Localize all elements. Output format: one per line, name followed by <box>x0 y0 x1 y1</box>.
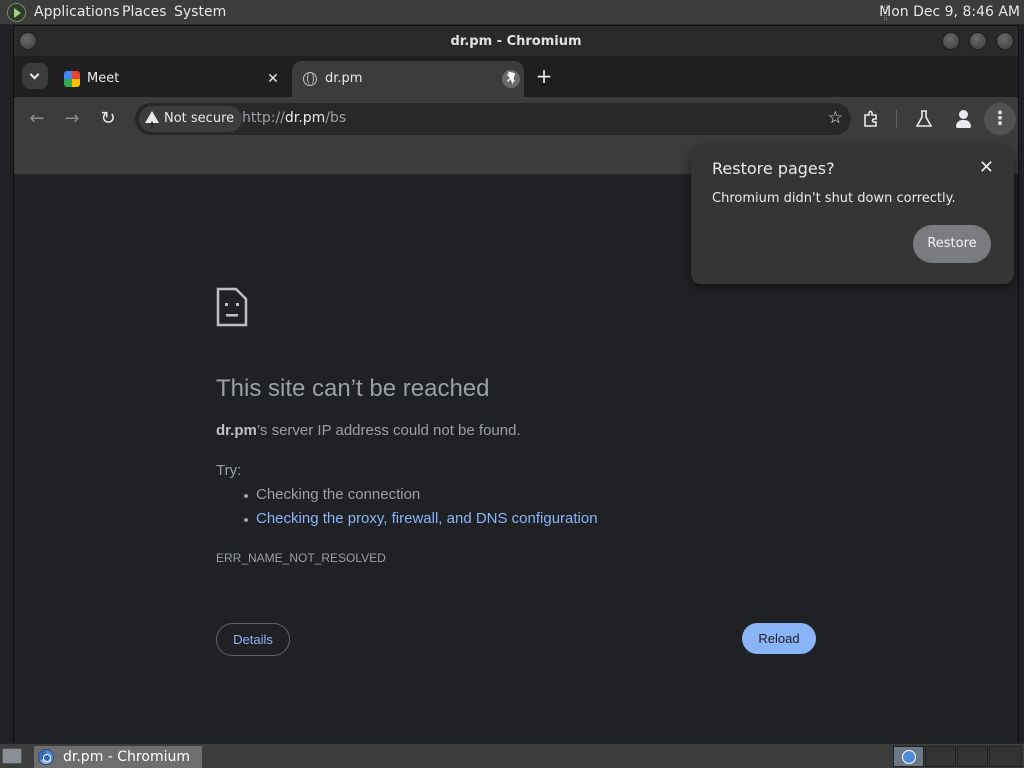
error-message: dr.pm’s server IP address could not be f… <box>216 422 521 439</box>
new-tab-button[interactable]: + <box>534 66 554 87</box>
browser-toolbar: ← → ↻ Not secure http://dr.pm/bs ☆ ⋮ <box>14 97 1018 141</box>
suggestion-list: Checking the connection Checking the pro… <box>244 486 598 534</box>
error-code: ERR_NAME_NOT_RESOLVED <box>216 551 386 565</box>
restore-title: Restore pages? <box>712 159 835 178</box>
globe-icon <box>303 72 317 86</box>
favicon <box>302 71 318 87</box>
workspace-1[interactable] <box>893 746 924 767</box>
applications-logo-icon[interactable] <box>7 3 26 22</box>
minimize-button[interactable] <box>942 32 960 50</box>
close-window-button[interactable] <box>996 32 1014 50</box>
clock[interactable]: Mon Dec 9, 8:46 AM <box>879 4 1020 20</box>
labs-flask-icon[interactable] <box>911 106 937 132</box>
taskbar-window-label: dr.pm - Chromium <box>63 749 190 765</box>
warning-icon <box>145 111 159 139</box>
taskbar-window-button[interactable]: dr.pm - Chromium <box>34 746 202 768</box>
tab-label: Meet <box>87 71 120 86</box>
suggestion-check-connection: Checking the connection <box>244 486 598 510</box>
tab-dr-pm[interactable]: dr.pm ✕ <box>292 61 524 97</box>
error-message-text: ’s server IP address could not be found. <box>256 422 521 439</box>
url-path: /bs <box>325 110 347 126</box>
url-host: dr.pm <box>284 110 326 126</box>
security-label: Not secure <box>164 111 235 126</box>
profile-avatar-icon[interactable] <box>951 106 977 132</box>
suggestion-check-proxy-link[interactable]: Checking the proxy, firewall, and DNS co… <box>244 510 598 534</box>
security-indicator[interactable]: Not secure <box>139 106 243 139</box>
extensions-icon[interactable] <box>858 106 884 132</box>
chromium-icon <box>902 750 916 764</box>
details-button[interactable]: Details <box>216 623 290 656</box>
forward-button[interactable]: → <box>59 106 85 132</box>
tab-meet[interactable]: Meet ✕ <box>54 61 286 97</box>
tab-label: dr.pm <box>325 71 363 86</box>
tab-search-button[interactable] <box>22 63 48 89</box>
url-scheme: http:// <box>242 110 285 126</box>
window-title: dr.pm - Chromium <box>450 34 582 49</box>
error-title: This site can’t be reached <box>216 375 490 402</box>
bookmark-star-icon[interactable]: ☆ <box>828 108 843 128</box>
top-panel: Applications Places System Mon Dec 9, 8:… <box>0 0 1024 25</box>
restore-pages-dialog: Restore pages? ✕ Chromium didn't shut do… <box>691 147 1014 284</box>
try-label: Try: <box>216 462 242 479</box>
google-meet-icon <box>64 71 80 87</box>
toolbar-separator <box>896 110 897 128</box>
more-menu-icon[interactable]: ⋮ <box>984 103 1016 135</box>
workspace-2[interactable] <box>925 746 956 767</box>
chromium-icon <box>38 749 54 765</box>
chevron-down-icon <box>29 69 40 80</box>
reload-button[interactable]: Reload <box>742 623 816 654</box>
back-button[interactable]: ← <box>24 106 50 132</box>
restore-button[interactable]: Restore <box>913 225 991 263</box>
places-menu[interactable]: Places <box>122 4 167 20</box>
reload-page-button[interactable]: ↻ <box>95 106 121 132</box>
workspace-4[interactable] <box>989 746 1022 767</box>
bottom-panel: dr.pm - Chromium <box>0 743 1024 768</box>
error-host: dr.pm <box>216 422 257 439</box>
close-icon[interactable]: ✕ <box>979 157 994 178</box>
show-desktop-icon[interactable] <box>2 748 22 764</box>
sad-document-icon <box>216 287 248 327</box>
tab-close-icon[interactable]: ✕ <box>264 70 282 88</box>
workspace-3[interactable] <box>957 746 988 767</box>
applications-menu[interactable]: Applications <box>34 4 120 20</box>
restore-message: Chromium didn't shut down correctly. <box>712 191 956 206</box>
address-bar[interactable]: Not secure http://dr.pm/bs ☆ <box>135 103 851 139</box>
system-menu[interactable]: System <box>174 4 226 20</box>
maximize-button[interactable] <box>969 32 987 50</box>
window-titlebar[interactable]: dr.pm - Chromium <box>14 26 1018 56</box>
browser-window: dr.pm - Chromium Meet ✕ dr.pm ✕ + ← → ↻ … <box>13 25 1019 744</box>
url-text[interactable]: http://dr.pm/bs <box>242 110 346 126</box>
